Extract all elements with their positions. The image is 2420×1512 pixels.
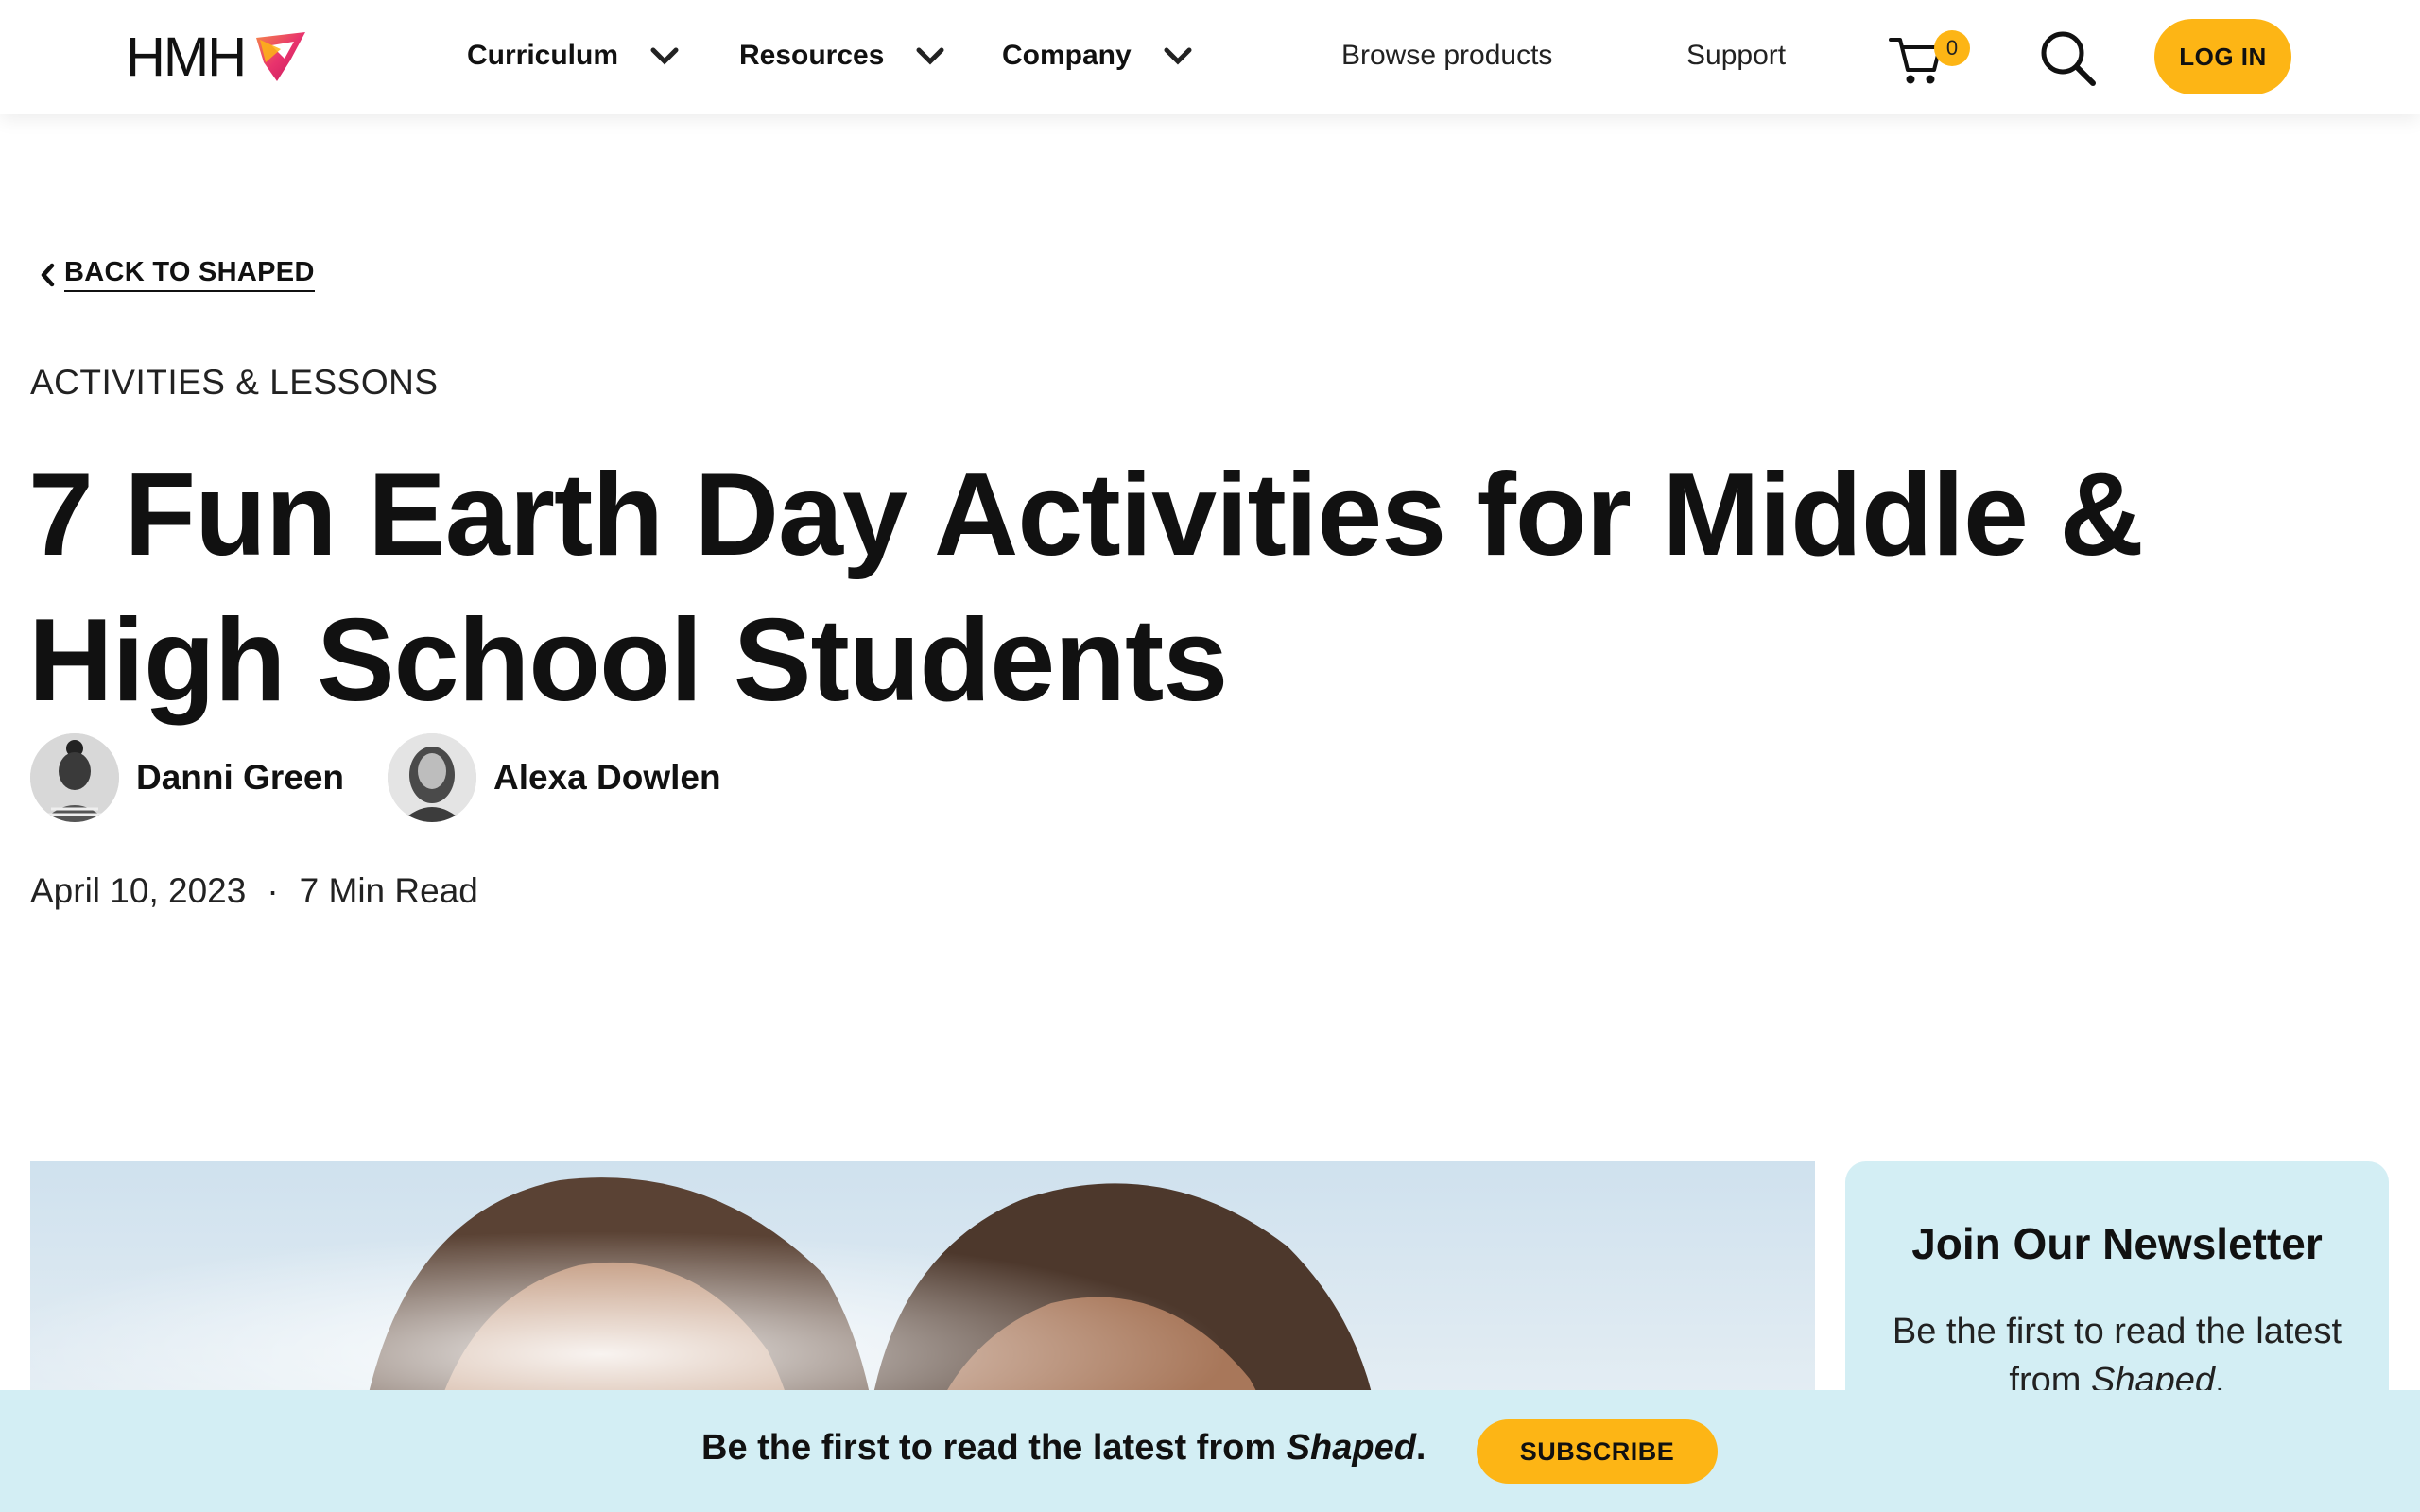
author-danni-green[interactable]: Danni Green <box>30 733 344 822</box>
chevron-left-icon <box>41 263 55 286</box>
subscribe-button[interactable]: SUBSCRIBE <box>1477 1419 1718 1484</box>
subscribe-text-prefix: Be the first to read the latest from <box>701 1428 1287 1468</box>
nav-browse-products-link[interactable]: Browse products <box>1341 32 1552 79</box>
article-category: ACTIVITIES & LESSONS <box>30 363 439 402</box>
site-header: HMH Curriculum Resources Company Browse … <box>0 0 2420 114</box>
subscribe-text-brand: Shaped <box>1286 1428 1416 1468</box>
avatar <box>30 733 119 822</box>
newsletter-title: Join Our Newsletter <box>1911 1219 2323 1268</box>
nav-resources-label: Resources <box>739 40 885 71</box>
article-meta: April 10, 2023 · 7 Min Read <box>30 871 478 911</box>
login-button[interactable]: LOG IN <box>2154 19 2291 94</box>
cart-button[interactable]: 0 <box>1889 26 1974 91</box>
subscribe-text-suffix: . <box>1415 1428 1426 1468</box>
author-name: Danni Green <box>136 758 344 797</box>
author-alexa-dowlen[interactable]: Alexa Dowlen <box>388 733 721 822</box>
logo-mark-icon <box>256 32 306 81</box>
nav-resources-dropdown[interactable]: Resources <box>739 32 944 79</box>
read-time: 7 Min Read <box>299 871 478 910</box>
publish-date: April 10, 2023 <box>30 871 247 910</box>
chevron-down-icon <box>1164 47 1192 65</box>
nav-curriculum-label: Curriculum <box>467 40 619 71</box>
meta-separator: · <box>267 871 279 910</box>
cart-count-badge: 0 <box>1934 30 1970 66</box>
nav-support-link[interactable]: Support <box>1686 32 1786 79</box>
search-button[interactable] <box>2038 28 2097 87</box>
author-name: Alexa Dowlen <box>493 758 721 797</box>
subscribe-bar: Be the first to read the latest from Sha… <box>0 1390 2420 1512</box>
search-icon <box>2041 31 2096 86</box>
subscribe-bar-text: Be the first to read the latest from Sha… <box>701 1428 1426 1469</box>
nav-curriculum-dropdown[interactable]: Curriculum <box>467 32 679 79</box>
back-link-label: BACK TO SHAPED <box>64 257 315 292</box>
logo-text: HMH <box>126 26 247 88</box>
chevron-down-icon <box>916 47 944 65</box>
nav-company-dropdown[interactable]: Company <box>1002 32 1192 79</box>
nav-company-label: Company <box>1002 40 1132 71</box>
hmh-logo[interactable]: HMH <box>126 26 309 88</box>
article-title: 7 Fun Earth Day Activities for Middle & … <box>28 450 2144 726</box>
back-to-shaped-link[interactable]: BACK TO SHAPED <box>38 257 315 292</box>
avatar <box>388 733 476 822</box>
chevron-down-icon <box>650 47 679 65</box>
